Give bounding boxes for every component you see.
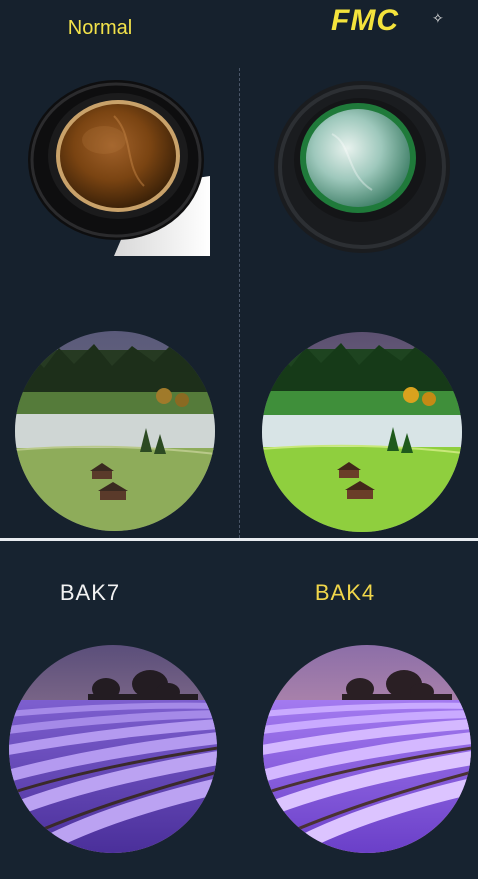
bak7-lavender-view <box>9 645 217 853</box>
normal-eyepiece-image <box>28 80 210 256</box>
bak4-prism-label: BAK4 <box>314 580 376 605</box>
fmc-coating-label: FMC <box>331 4 399 37</box>
bak7-prism-label: BAK7 <box>59 580 121 605</box>
fmc-lake-view <box>262 332 462 532</box>
normal-coating-label: Normal <box>67 17 133 39</box>
bak4-lavender-view <box>263 645 471 853</box>
normal-lake-view <box>15 331 215 531</box>
section-divider <box>0 538 478 541</box>
column-divider <box>239 68 240 538</box>
fmc-eyepiece-image <box>274 81 450 253</box>
sparkle-icon: ✧ <box>432 10 444 26</box>
